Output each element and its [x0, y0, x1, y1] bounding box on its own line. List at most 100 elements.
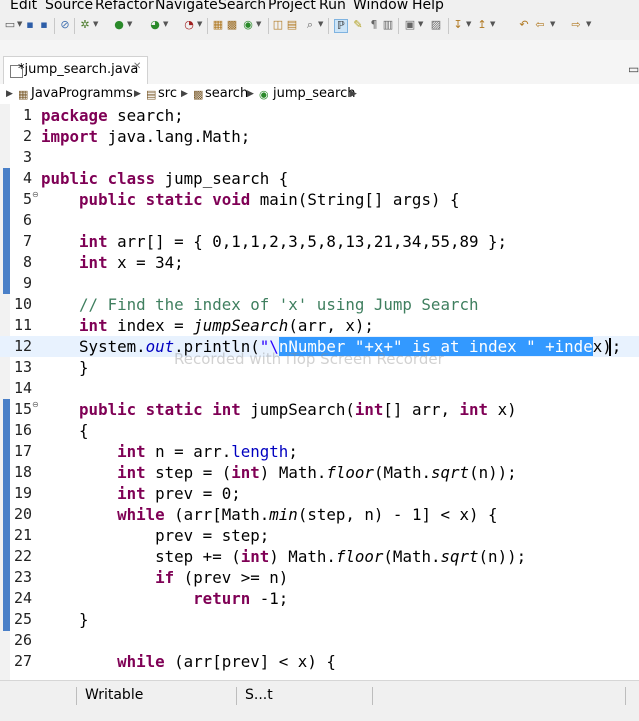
- minimize-icon[interactable]: ▭: [628, 62, 639, 76]
- code-line[interactable]: 26: [0, 630, 639, 651]
- chevron-down-icon[interactable]: ▼: [256, 20, 261, 28]
- code-line[interactable]: 20 while (arr[Math.min(step, n) - 1] < x…: [0, 504, 639, 525]
- chevron-down-icon[interactable]: ▼: [418, 20, 423, 28]
- new-icon[interactable]: ▭: [4, 19, 16, 31]
- chevron-down-icon[interactable]: ▼: [550, 20, 555, 28]
- code-line[interactable]: 3: [0, 147, 639, 168]
- coverage-icon[interactable]: ◕: [149, 19, 161, 31]
- code-line[interactable]: 19 int prev = 0;: [0, 483, 639, 504]
- breadcrumb-class[interactable]: jump_search: [273, 86, 355, 101]
- close-icon[interactable]: ✕: [133, 61, 141, 72]
- breadcrumb-src[interactable]: src: [158, 86, 177, 101]
- previous-annotation-icon[interactable]: ↥: [476, 19, 488, 31]
- code-line[interactable]: 15 ⊖ public static int jumpSearch(int[] …: [0, 399, 639, 420]
- chevron-down-icon[interactable]: ▼: [163, 20, 168, 28]
- pin-editor-icon[interactable]: ▨: [430, 19, 442, 31]
- line-number: 18: [13, 463, 32, 481]
- new-java-project-icon[interactable]: ▦: [212, 19, 224, 31]
- line-number: 21: [13, 526, 32, 544]
- menu-source[interactable]: Source: [45, 0, 93, 13]
- menu-project[interactable]: Project: [268, 0, 316, 13]
- chevron-right-icon: ▶: [350, 89, 357, 99]
- save-all-icon[interactable]: ▪: [38, 19, 50, 31]
- line-number: 20: [13, 505, 32, 523]
- code-line[interactable]: 10 // Find the index of 'x' using Jump S…: [0, 294, 639, 315]
- menu-help[interactable]: Help: [412, 0, 444, 13]
- menu-edit[interactable]: Edit: [10, 0, 37, 13]
- chevron-down-icon[interactable]: ▼: [197, 20, 202, 28]
- menu-refactor[interactable]: Refactor: [95, 0, 154, 13]
- line-number: 5: [22, 190, 32, 208]
- line-number: 24: [13, 589, 32, 607]
- next-annotation-icon[interactable]: ↧: [452, 19, 464, 31]
- debug-icon[interactable]: ✲: [79, 19, 91, 31]
- code-line[interactable]: 16 {: [0, 420, 639, 441]
- code-line[interactable]: 23 if (prev >= n): [0, 567, 639, 588]
- code-line[interactable]: 18 int step = (int) Math.floor(Math.sqrt…: [0, 462, 639, 483]
- new-class-icon[interactable]: ◉: [242, 19, 254, 31]
- chevron-down-icon[interactable]: ▼: [466, 20, 471, 28]
- line-number: 19: [13, 484, 32, 502]
- code-line[interactable]: 9: [0, 273, 639, 294]
- open-task-icon[interactable]: ▤: [286, 19, 298, 31]
- line-number: 11: [13, 316, 32, 334]
- code-line[interactable]: 22 step += (int) Math.floor(Math.sqrt(n)…: [0, 546, 639, 567]
- chevron-down-icon[interactable]: ▼: [93, 20, 98, 28]
- code-line[interactable]: 11 int index = jumpSearch(arr, x);: [0, 315, 639, 336]
- code-editor[interactable]: 1 package search; 2 import java.lang.Mat…: [0, 104, 639, 680]
- code-line[interactable]: 21 prev = step;: [0, 525, 639, 546]
- chevron-down-icon[interactable]: ▼: [490, 20, 495, 28]
- code-line[interactable]: 24 return -1;: [0, 588, 639, 609]
- back-icon[interactable]: ⇦: [534, 19, 546, 31]
- chevron-right-icon: ▶: [247, 89, 254, 99]
- code-line[interactable]: 8 int x = 34;: [0, 252, 639, 273]
- last-edit-location-icon[interactable]: ↶: [518, 19, 530, 31]
- line-number: 6: [22, 211, 32, 229]
- external-tools-icon[interactable]: ◔: [183, 19, 195, 31]
- class-icon: ◉: [259, 88, 269, 101]
- menu-navigate[interactable]: Navigate: [155, 0, 218, 13]
- chevron-down-icon[interactable]: ▼: [586, 20, 591, 28]
- fold-collapse-icon[interactable]: ⊖: [32, 400, 39, 409]
- code-line[interactable]: 4 public class jump_search {: [0, 168, 639, 189]
- code-line[interactable]: 25 }: [0, 609, 639, 630]
- menu-bar: Edit Source Refactor Navigate Search Pro…: [0, 0, 639, 14]
- fold-collapse-icon[interactable]: ⊖: [32, 190, 39, 199]
- skip-breakpoints-icon[interactable]: ⊘: [59, 19, 71, 31]
- line-number: 14: [13, 379, 32, 397]
- toolbar-separator: [398, 18, 399, 34]
- code-line[interactable]: 7 int arr[] = { 0,1,1,2,3,5,8,13,21,34,5…: [0, 231, 639, 252]
- breadcrumb-package[interactable]: search: [205, 86, 248, 101]
- save-icon[interactable]: ▪: [24, 19, 36, 31]
- chevron-down-icon[interactable]: ▼: [318, 20, 323, 28]
- toggle-mark-occurrences-icon[interactable]: ℙ: [334, 19, 348, 33]
- code-line[interactable]: 1 package search;: [0, 105, 639, 126]
- last-edit-icon[interactable]: ▣: [404, 19, 416, 31]
- insert-mode-status[interactable]: S...t: [245, 687, 273, 703]
- chevron-down-icon[interactable]: ▼: [127, 20, 132, 28]
- breadcrumb-project[interactable]: JavaProgramms: [31, 86, 133, 101]
- code-line[interactable]: 27 while (arr[prev] < x) {: [0, 651, 639, 672]
- code-line[interactable]: 17 int n = arr.length;: [0, 441, 639, 462]
- code-line[interactable]: 14: [0, 378, 639, 399]
- editor-tab-label: *jump_search.java: [18, 62, 139, 77]
- line-number: 9: [22, 274, 32, 292]
- new-package-icon[interactable]: ▩: [226, 19, 238, 31]
- menu-run[interactable]: Run: [319, 0, 346, 13]
- code-line[interactable]: 2 import java.lang.Math;: [0, 126, 639, 147]
- run-icon[interactable]: ●: [113, 19, 125, 31]
- editor-tab[interactable]: *jump_search.java ✕: [3, 56, 148, 85]
- forward-icon[interactable]: ⇨: [570, 19, 582, 31]
- code-text: if (prev >= n): [155, 568, 289, 587]
- code-line[interactable]: 5 ⊖ public static void main(String[] arg…: [0, 189, 639, 210]
- chevron-down-icon[interactable]: ▼: [17, 20, 22, 28]
- highlight-icon[interactable]: ✎: [352, 19, 364, 31]
- open-type-icon[interactable]: ◫: [272, 19, 284, 31]
- menu-window[interactable]: Window: [353, 0, 408, 13]
- block-selection-icon[interactable]: ▥: [382, 19, 394, 31]
- code-line[interactable]: 6: [0, 210, 639, 231]
- menu-search[interactable]: Search: [218, 0, 266, 13]
- show-whitespace-icon[interactable]: ¶: [368, 19, 380, 31]
- line-number: 13: [13, 358, 32, 376]
- search-icon[interactable]: ⌕: [304, 19, 316, 31]
